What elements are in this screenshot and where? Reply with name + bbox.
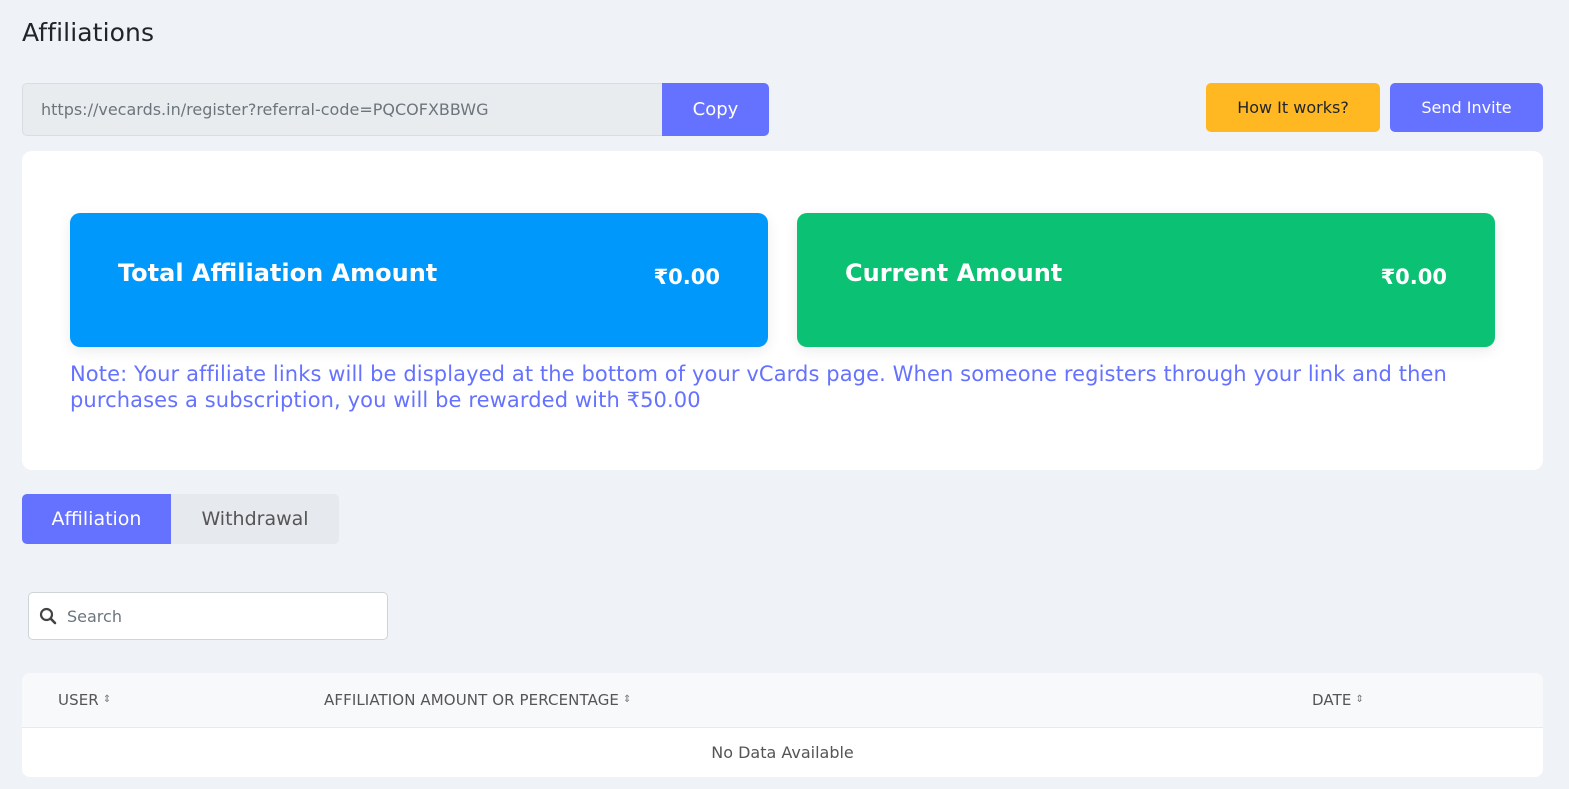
send-invite-button[interactable]: Send Invite: [1390, 83, 1543, 132]
current-amount-label: Current Amount: [845, 259, 1063, 287]
search-box: [28, 592, 388, 640]
referral-link-group: Copy: [22, 83, 769, 136]
affiliation-summary-card: Total Affiliation Amount ₹0.00 Current A…: [22, 151, 1543, 470]
sort-icon: ⇕: [1355, 694, 1364, 705]
column-header-date-label: DATE: [1312, 691, 1352, 709]
column-header-amount-label: AFFILIATION AMOUNT OR PERCENTAGE: [324, 691, 620, 709]
total-affiliation-label: Total Affiliation Amount: [118, 259, 438, 287]
affiliate-note: Note: Your affiliate links will be displ…: [70, 362, 1447, 412]
tab-affiliation[interactable]: Affiliation: [22, 494, 171, 544]
sort-icon: ⇕: [623, 694, 632, 705]
total-affiliation-card: Total Affiliation Amount ₹0.00: [70, 213, 768, 347]
current-amount-value: ₹0.00: [1380, 265, 1447, 289]
empty-table-message: No Data Available: [711, 743, 854, 762]
affiliation-table: USER ⇕ AFFILIATION AMOUNT OR PERCENTAGE …: [22, 673, 1543, 777]
column-header-amount[interactable]: AFFILIATION AMOUNT OR PERCENTAGE ⇕: [324, 691, 632, 709]
total-affiliation-value: ₹0.00: [653, 265, 720, 289]
page-title: Affiliations: [22, 18, 155, 47]
sort-icon: ⇕: [102, 694, 112, 705]
search-input[interactable]: [67, 594, 387, 638]
how-it-works-button[interactable]: How It works?: [1206, 83, 1380, 132]
referral-link-input[interactable]: [22, 83, 662, 136]
search-icon: [29, 592, 67, 640]
copy-button[interactable]: Copy: [662, 83, 769, 136]
tab-withdrawal[interactable]: Withdrawal: [171, 494, 339, 544]
column-header-date[interactable]: DATE ⇕: [1312, 691, 1364, 709]
table-header: USER ⇕ AFFILIATION AMOUNT OR PERCENTAGE …: [22, 673, 1543, 728]
top-actions: How It works? Send Invite: [1206, 83, 1543, 132]
column-header-user-label: USER: [58, 691, 99, 709]
current-amount-card: Current Amount ₹0.00: [797, 213, 1495, 347]
column-header-user[interactable]: USER ⇕: [58, 691, 111, 709]
tabs: Affiliation Withdrawal: [22, 494, 339, 544]
